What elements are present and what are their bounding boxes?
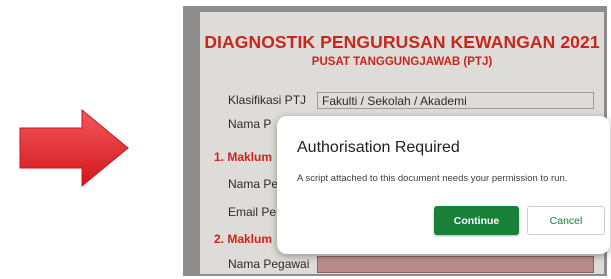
klasifikasi-field[interactable]: Fakulti / Sekolah / Akademi [317, 92, 594, 109]
cancel-button[interactable]: Cancel [527, 206, 605, 235]
continue-button[interactable]: Continue [434, 206, 519, 235]
nama-pegawai-2-field[interactable] [317, 256, 594, 273]
email-pegawai-label: Email Pe [228, 205, 277, 219]
sheet-subtitle: PUSAT TANGGUNGJAWAB (PTJ) [311, 56, 493, 68]
klasifikasi-label: Klasifikasi PTJ [228, 93, 307, 107]
section-2-label: 2. Maklum [214, 232, 273, 246]
dialog-title: Authorisation Required [297, 139, 460, 156]
nama-ptj-label: Nama P [228, 117, 272, 131]
nama-pegawai-2-label: Nama Pegawai [228, 257, 310, 271]
sheet-title: DIAGNOSTIK PENGURUSAN KEWANGAN 2021 [204, 32, 600, 52]
nama-pegawai-1-label: Nama Pe [228, 177, 279, 191]
section-1-label: 1. Maklum [214, 150, 273, 164]
right-arrow-icon [19, 108, 129, 188]
authorisation-dialog: Authorisation Required A script attached… [277, 116, 610, 254]
dialog-message: A script attached to this document needs… [297, 173, 568, 184]
